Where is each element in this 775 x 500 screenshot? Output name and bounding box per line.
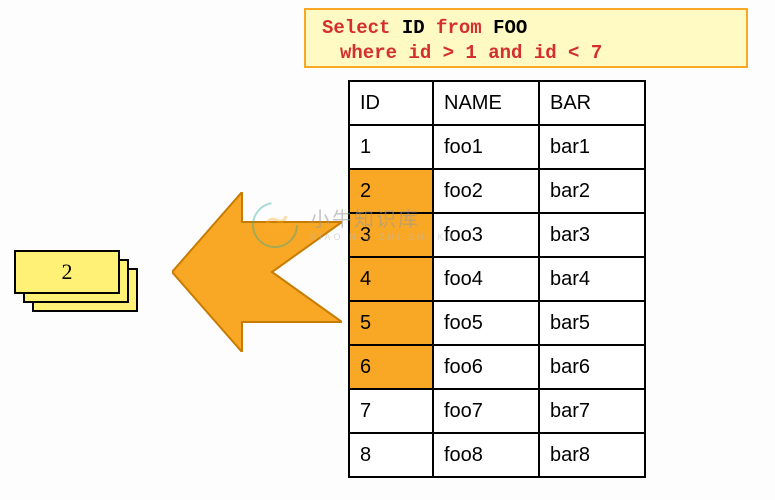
- table-row: 3 foo3 bar3: [349, 213, 645, 257]
- table-row: 4 foo4 bar4: [349, 257, 645, 301]
- cell-name: foo3: [433, 213, 539, 257]
- result-value: 2: [62, 259, 73, 285]
- cell-id: 1: [349, 125, 433, 169]
- cell-bar: bar5: [539, 301, 645, 345]
- header-bar: BAR: [539, 81, 645, 125]
- table-row: 1 foo1 bar1: [349, 125, 645, 169]
- result-card-stack: 2: [14, 250, 138, 312]
- cell-name: foo6: [433, 345, 539, 389]
- cell-bar: bar4: [539, 257, 645, 301]
- table-row: 7 foo7 bar7: [349, 389, 645, 433]
- cell-name: foo8: [433, 433, 539, 477]
- cell-bar: bar6: [539, 345, 645, 389]
- cell-id-highlighted: 6: [349, 345, 433, 389]
- sql-query-box: Select ID from FOO where id > 1 and id <…: [304, 8, 748, 68]
- sql-keyword-from: from: [436, 17, 482, 39]
- cell-bar: bar3: [539, 213, 645, 257]
- cell-bar: bar7: [539, 389, 645, 433]
- foo-table: ID NAME BAR 1 foo1 bar1 2 foo2 bar2 3 fo…: [348, 80, 646, 478]
- sql-line-1: Select ID from FOO: [322, 16, 730, 41]
- header-id: ID: [349, 81, 433, 125]
- cell-id-highlighted: 4: [349, 257, 433, 301]
- cell-id: 8: [349, 433, 433, 477]
- sql-keyword-select: Select: [322, 17, 390, 39]
- cell-bar: bar1: [539, 125, 645, 169]
- table-row: 2 foo2 bar2: [349, 169, 645, 213]
- cell-id-highlighted: 5: [349, 301, 433, 345]
- table-row: 8 foo8 bar8: [349, 433, 645, 477]
- sql-table-name: FOO: [493, 17, 527, 39]
- header-name: NAME: [433, 81, 539, 125]
- table-row: 6 foo6 bar6: [349, 345, 645, 389]
- sql-column-id: ID: [402, 17, 425, 39]
- cell-id-highlighted: 2: [349, 169, 433, 213]
- result-card-front: 2: [14, 250, 120, 294]
- cell-name: foo1: [433, 125, 539, 169]
- cell-name: foo7: [433, 389, 539, 433]
- left-arrow-icon: [172, 192, 342, 352]
- table-row: 5 foo5 bar5: [349, 301, 645, 345]
- cell-name: foo4: [433, 257, 539, 301]
- cell-id-highlighted: 3: [349, 213, 433, 257]
- sql-where-clause: where id > 1 and id < 7: [322, 41, 730, 66]
- cell-name: foo2: [433, 169, 539, 213]
- table-header-row: ID NAME BAR: [349, 81, 645, 125]
- cell-name: foo5: [433, 301, 539, 345]
- cell-bar: bar8: [539, 433, 645, 477]
- cell-bar: bar2: [539, 169, 645, 213]
- cell-id: 7: [349, 389, 433, 433]
